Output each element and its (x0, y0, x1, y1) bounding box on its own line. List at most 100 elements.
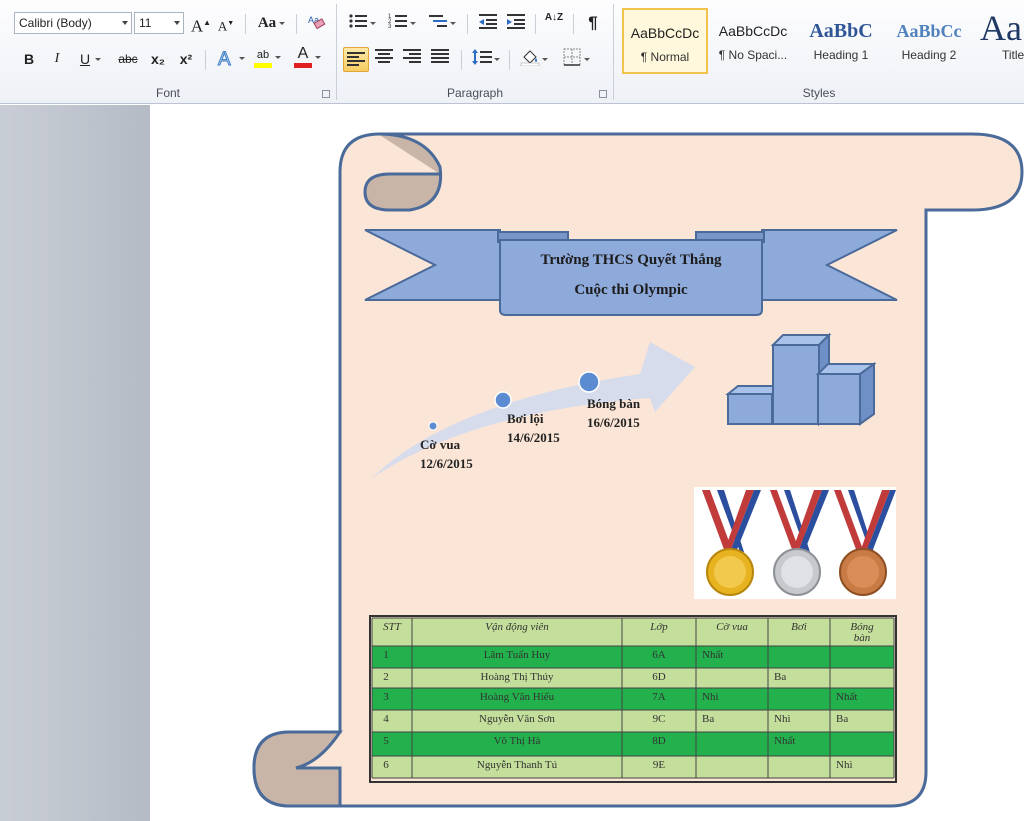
table-cell: 6A (652, 649, 666, 661)
highlight-button[interactable]: ab (252, 46, 281, 68)
strikethrough-button[interactable]: abc (116, 48, 140, 70)
clear-formatting-icon: Aa (308, 15, 326, 30)
font-dialog-launcher-icon[interactable] (322, 90, 330, 98)
table-cell: Hoàng Văn Hiếu (480, 691, 555, 703)
underline-button[interactable]: U (76, 48, 101, 70)
bar-3d-mid-side (859, 362, 875, 426)
table-row (372, 668, 894, 688)
align-right-icon (403, 49, 421, 63)
subscript-button[interactable]: x₂ (148, 48, 168, 70)
table-header-cell: Vận động viên (485, 621, 549, 633)
style-normal[interactable]: AaBbCcDc ¶ Normal (622, 8, 708, 74)
font-size-value: 11 (139, 16, 152, 30)
font-name-dropdown[interactable]: Calibri (Body) (14, 12, 132, 34)
style-no-spacing[interactable]: AaBbCcDc ¶ No Spaci... (710, 8, 796, 74)
timeline-event-title: Cờ vua (420, 437, 461, 452)
table-row (372, 688, 894, 710)
divider (296, 14, 297, 34)
font-color-button[interactable]: A (292, 45, 321, 68)
divider (467, 14, 468, 34)
style-sample: AaBbCc (896, 21, 962, 41)
table-cell: Ba (774, 671, 786, 683)
line-spacing-icon (472, 49, 492, 65)
align-left-button[interactable] (343, 47, 369, 72)
text-effects-icon: A (218, 49, 232, 71)
style-heading-1[interactable]: AaBbC Heading 1 (798, 8, 884, 74)
paragraph-group-label: Paragraph (446, 86, 504, 100)
table-header-cell: Bơi (791, 621, 807, 633)
bold-button[interactable]: B (20, 48, 38, 70)
borders-icon (563, 48, 581, 66)
grow-font-button[interactable]: A▲ (190, 12, 212, 36)
divider (535, 14, 536, 34)
font-color-swatch (294, 63, 312, 68)
table-cell: Ba (836, 713, 848, 725)
timeline-event-date: 16/6/2015 (587, 415, 640, 430)
medals-picture[interactable] (694, 487, 896, 599)
paragraph-dialog-launcher-icon[interactable] (599, 90, 607, 98)
shrink-font-button[interactable]: A▼ (216, 12, 236, 34)
shrink-font-label: A (217, 18, 228, 34)
bullets-icon (349, 14, 367, 28)
justify-button[interactable] (429, 48, 451, 70)
font-name-value: Calibri (Body) (19, 16, 92, 30)
table-cell: Nhì (836, 759, 853, 771)
styles-group: AaBbCcDc ¶ Normal AaBbCcDc ¶ No Spaci...… (614, 0, 1024, 104)
table-cell: Ba (702, 713, 714, 725)
decrease-indent-icon (479, 14, 497, 29)
style-sample: AaBbCcDc (630, 25, 700, 41)
table-cell: Nguyễn Văn Sơn (479, 713, 555, 725)
multilevel-list-button[interactable] (427, 12, 456, 34)
timeline-event-title: Bơi lội (507, 411, 544, 426)
timeline-event-date: 14/6/2015 (507, 430, 560, 445)
document-page[interactable]: Trường THCS Quyết Thắng Cuộc thi Olympic… (150, 112, 1024, 821)
text-effects-button[interactable]: A (214, 47, 245, 71)
divider (509, 50, 510, 70)
table-row (372, 732, 894, 756)
style-name: ¶ Normal (640, 50, 690, 64)
decrease-indent-button[interactable] (477, 12, 499, 34)
align-center-button[interactable] (373, 48, 395, 70)
italic-button[interactable]: I (48, 48, 66, 70)
increase-indent-button[interactable] (505, 12, 527, 34)
numbering-button[interactable]: 123 (387, 12, 416, 34)
table-cell: 2 (383, 671, 389, 683)
table-cell: 3 (383, 691, 389, 703)
sort-button[interactable]: A↓Z (543, 12, 565, 34)
table-cell: 6 (383, 759, 389, 771)
style-title[interactable]: Aa Title (974, 8, 1024, 74)
highlight-label: ab (256, 49, 270, 61)
bar-3d-short (727, 393, 773, 425)
table-cell: 1 (383, 649, 389, 661)
bar-3d-mid (817, 373, 861, 425)
bullets-button[interactable] (347, 12, 376, 34)
superscript-button[interactable]: x² (176, 48, 196, 70)
style-sample: AaBbCcDc (718, 23, 788, 39)
style-name: Heading 2 (901, 48, 957, 62)
divider (205, 50, 206, 70)
results-table[interactable]: STT Vận động viên Lớp Cờ vua Bơi Bóngbàn1 Lâm … (369, 615, 897, 783)
table-cell: 6D (652, 671, 666, 683)
scroll-bottom-curl (252, 730, 343, 808)
align-right-button[interactable] (401, 48, 423, 70)
borders-button[interactable] (561, 48, 590, 70)
style-heading-2[interactable]: AaBbCc Heading 2 (886, 8, 972, 74)
show-hide-button[interactable]: ¶ (583, 12, 603, 34)
svg-text:3: 3 (388, 24, 392, 30)
change-case-button[interactable]: Aa (256, 12, 285, 34)
table-cell: Lâm Tuấn Huy (484, 649, 551, 661)
document-canvas: Trường THCS Quyết Thắng Cuộc thi Olympic… (252, 132, 1024, 808)
table-cell: Nhì (702, 691, 719, 703)
shading-button[interactable] (519, 48, 548, 70)
table-cell: Võ Thị Hà (494, 735, 541, 747)
table-header-cell: STT (383, 621, 402, 633)
ribbon: Calibri (Body) 11 A▲ A▼ Aa Aa B I U abc … (0, 0, 1024, 104)
line-spacing-button[interactable] (471, 48, 500, 70)
paint-bucket-icon (520, 50, 540, 67)
banner-subtitle: Cuộc thi Olympic (574, 282, 688, 298)
table-cell: Nhất (702, 649, 723, 661)
clear-formatting-button[interactable]: Aa (304, 12, 328, 34)
font-size-dropdown[interactable]: 11 (134, 12, 184, 34)
styles-group-label: Styles (802, 86, 836, 100)
multilevel-list-icon (429, 15, 447, 27)
